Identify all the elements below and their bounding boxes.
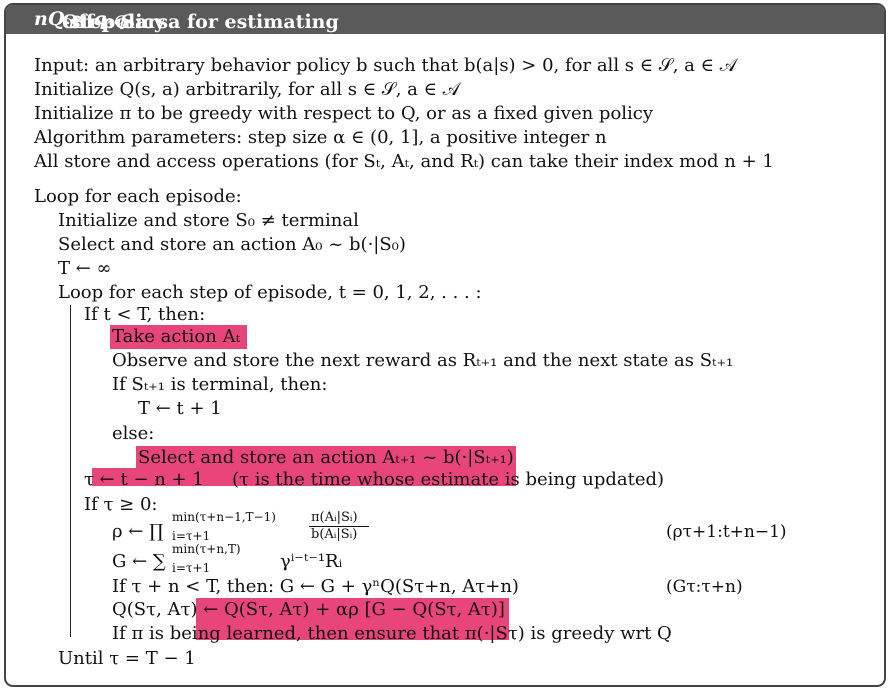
tau-note: (τ is the time whose estimate is being u…: [232, 469, 665, 490]
init-s0-line: Initialize and store S₀ ≠ terminal: [58, 210, 359, 231]
G-assign: G ← ∑: [112, 551, 166, 572]
until-line: Until τ = T − 1: [58, 648, 196, 669]
select-next-action-line: Select and store an action Aₜ₊₁ ~ b(·|Sₜ…: [138, 447, 514, 468]
G-range-bottom: i=τ+1: [172, 561, 211, 575]
algorithm-title-bar: Off-policy n -step Sarsa for estimating Q…: [6, 5, 884, 34]
tau-assign-line: τ ← t − n + 1: [84, 469, 204, 490]
step-loop-bar: [70, 305, 71, 637]
init-q-line: Initialize Q(s, a) arbitrarily, for all …: [34, 79, 460, 100]
rho-fraction-denominator: b(Aᵢ|Sᵢ): [311, 527, 358, 542]
G-assign-line: G ← ∑: [112, 551, 166, 573]
rho-range-top: min(τ+n−1,T−1): [172, 510, 276, 524]
rho-fraction-numerator: π(Aᵢ|Sᵢ): [311, 510, 358, 525]
store-line: All store and access operations (for Sₜ,…: [34, 151, 774, 172]
q-update-line: Q(Sτ, Aτ) ← Q(Sτ, Aτ) + αρ [G − Q(Sτ, Aτ…: [112, 599, 505, 620]
G-range-top: min(τ+n,T): [172, 542, 241, 556]
select-a0-line: Select and store an action A₀ ~ b(·|S₀): [58, 234, 406, 255]
else-line: else:: [112, 423, 155, 444]
init-pi-line: Initialize π to be greedy with respect t…: [34, 103, 654, 124]
observe-line: Observe and store the next reward as Rₜ₊…: [112, 350, 734, 371]
step-loop-line: Loop for each step of episode, t = 0, 1,…: [58, 282, 482, 303]
params-line: Algorithm parameters: step size α ∈ (0, …: [34, 127, 607, 148]
rho-range-bottom: i=τ+1: [172, 529, 211, 543]
if-terminal-line: If Sₜ₊₁ is terminal, then:: [112, 374, 328, 395]
rho-assign-line: ρ ← ∏: [112, 521, 163, 543]
input-line: Input: an arbitrary behavior policy b su…: [34, 55, 737, 76]
rho-assign: ρ ← ∏: [112, 521, 164, 542]
algorithm-title: Off-policy n -step Sarsa for estimating Q…: [34, 8, 339, 33]
if-tau-n-line: If τ + n < T, then: G ← G + γⁿQ(Sτ+n, Aτ…: [112, 576, 519, 597]
G-term: γⁱ⁻ᵗ⁻¹Rᵢ: [280, 551, 343, 572]
t-infinity-line: T ← ∞: [58, 258, 112, 279]
T-assign-line: T ← t + 1: [138, 398, 222, 419]
G-note: (Gτ:τ+n): [666, 577, 743, 597]
take-action-line: Take action Aₜ: [112, 326, 241, 347]
if-t-lt-T-line: If t < T, then:: [84, 304, 206, 325]
if-tau-line: If τ ≥ 0:: [84, 494, 158, 515]
if-pi-learned-line: If π is being learned, then ensure that …: [112, 623, 672, 644]
loop-episode-line: Loop for each episode:: [34, 186, 242, 207]
algorithm-box: Off-policy n -step Sarsa for estimating Q…: [4, 3, 886, 687]
rho-note: (ρτ+1:t+n−1): [666, 522, 787, 542]
